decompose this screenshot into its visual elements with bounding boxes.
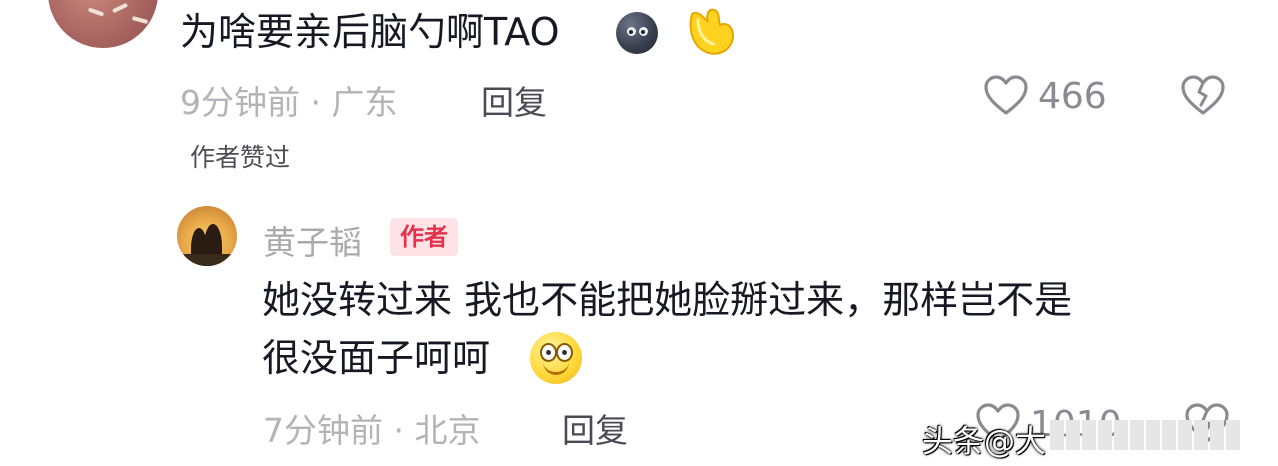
- watermark-redaction: [1050, 420, 1242, 450]
- comment-meta: 9分钟前 · 广东: [180, 76, 398, 124]
- reply-text-line2: 很没面子呵呵: [262, 334, 490, 382]
- reply-button[interactable]: 回复: [481, 76, 547, 124]
- meta-separator: ·: [393, 411, 405, 450]
- commenter-avatar[interactable]: [48, 0, 158, 48]
- grinning-smile-emoji: [530, 332, 582, 384]
- reply-time: 7分钟前: [263, 411, 383, 450]
- reply-location: 北京: [414, 411, 481, 450]
- watermark-text: 头条@大: [922, 424, 1046, 460]
- author-username[interactable]: 黄子韬: [263, 216, 362, 264]
- comment-text: 为啥要亲后脑勺啊TAO: [180, 8, 560, 56]
- author-avatar[interactable]: [177, 206, 237, 266]
- reply-button-2[interactable]: 回复: [562, 404, 628, 452]
- author-liked-label: 作者赞过: [190, 143, 291, 172]
- comment-location: 广东: [331, 83, 398, 122]
- author-badge: 作者: [390, 218, 458, 256]
- reply-text-line1: 她没转过来 我也不能把她脸掰过来，那样岂不是: [262, 278, 1073, 322]
- reply-meta: 7分钟前 · 北京: [263, 404, 481, 452]
- dark-moon-face-emoji: [616, 12, 658, 54]
- like-count: 466: [1038, 76, 1107, 117]
- yellow-bicep-emoji: [689, 8, 735, 55]
- like-heart-icon[interactable]: [983, 74, 1029, 116]
- comment-time: 9分钟前: [180, 83, 300, 122]
- comment-body: 为啥要亲后脑勺啊TAO: [180, 10, 560, 54]
- meta-separator: ·: [310, 83, 322, 122]
- reply-body-line2: 很没面子呵呵: [262, 336, 491, 380]
- dislike-broken-heart-icon[interactable]: [1180, 74, 1226, 116]
